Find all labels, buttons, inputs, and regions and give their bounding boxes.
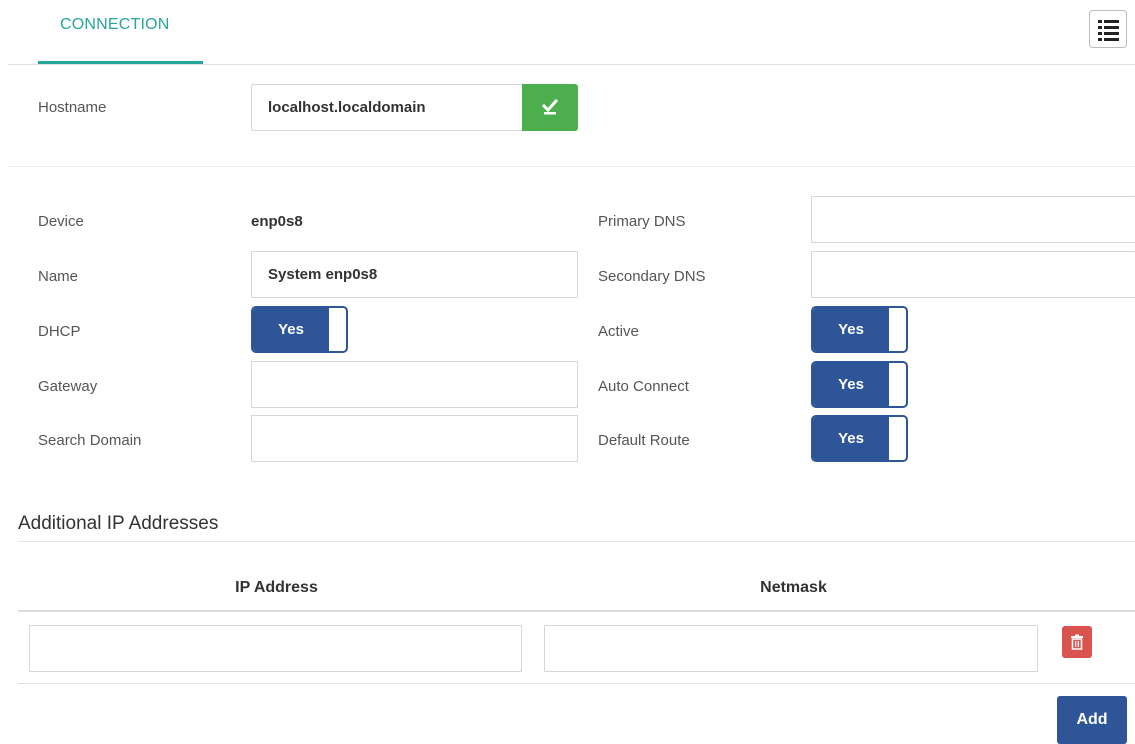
name-label: Name	[38, 268, 79, 285]
gateway-label: Gateway	[38, 378, 98, 395]
netmask-input[interactable]	[544, 625, 1038, 672]
secondary-dns-input[interactable]	[811, 251, 1135, 298]
default-route-toggle[interactable]: Yes	[811, 415, 908, 462]
hostname-label: Hostname	[38, 99, 107, 116]
device-label: Device	[38, 213, 84, 230]
auto-connect-toggle-state: Yes	[813, 363, 889, 406]
primary-dns-input[interactable]	[811, 196, 1135, 243]
delete-row-button[interactable]	[1062, 626, 1092, 658]
table-row-divider	[18, 683, 1135, 684]
tab-bar-divider	[8, 64, 1135, 65]
apply-hostname-button[interactable]	[522, 84, 578, 131]
active-label: Active	[598, 323, 639, 340]
default-route-toggle-state: Yes	[813, 417, 889, 460]
dhcp-toggle-state: Yes	[253, 308, 329, 351]
menu-button[interactable]	[1089, 10, 1127, 48]
search-domain-label: Search Domain	[38, 432, 142, 449]
netmask-header: Netmask	[760, 579, 827, 596]
ip-address-input[interactable]	[29, 625, 522, 672]
ip-address-header: IP Address	[235, 579, 318, 596]
auto-connect-toggle[interactable]: Yes	[811, 361, 908, 408]
gateway-input[interactable]	[251, 361, 578, 408]
default-route-label: Default Route	[598, 432, 690, 449]
hostname-input[interactable]	[251, 84, 523, 131]
device-value: enp0s8	[251, 213, 303, 230]
name-input[interactable]	[251, 251, 578, 298]
add-ip-button[interactable]: Add	[1057, 696, 1127, 744]
dhcp-label: DHCP	[38, 323, 81, 340]
active-toggle[interactable]: Yes	[811, 306, 908, 353]
secondary-dns-label: Secondary DNS	[598, 268, 706, 285]
section-divider	[8, 166, 1135, 167]
tab-connection[interactable]: CONNECTION	[60, 16, 170, 34]
trash-icon	[1071, 634, 1083, 650]
primary-dns-label: Primary DNS	[598, 213, 686, 230]
dhcp-toggle[interactable]: Yes	[251, 306, 348, 353]
search-domain-input[interactable]	[251, 415, 578, 462]
table-header-divider	[18, 610, 1135, 612]
additional-ips-title: Additional IP Addresses	[18, 513, 219, 534]
checkmark-icon	[541, 98, 559, 115]
title-divider	[18, 541, 1135, 542]
active-toggle-state: Yes	[813, 308, 889, 351]
auto-connect-label: Auto Connect	[598, 378, 689, 395]
